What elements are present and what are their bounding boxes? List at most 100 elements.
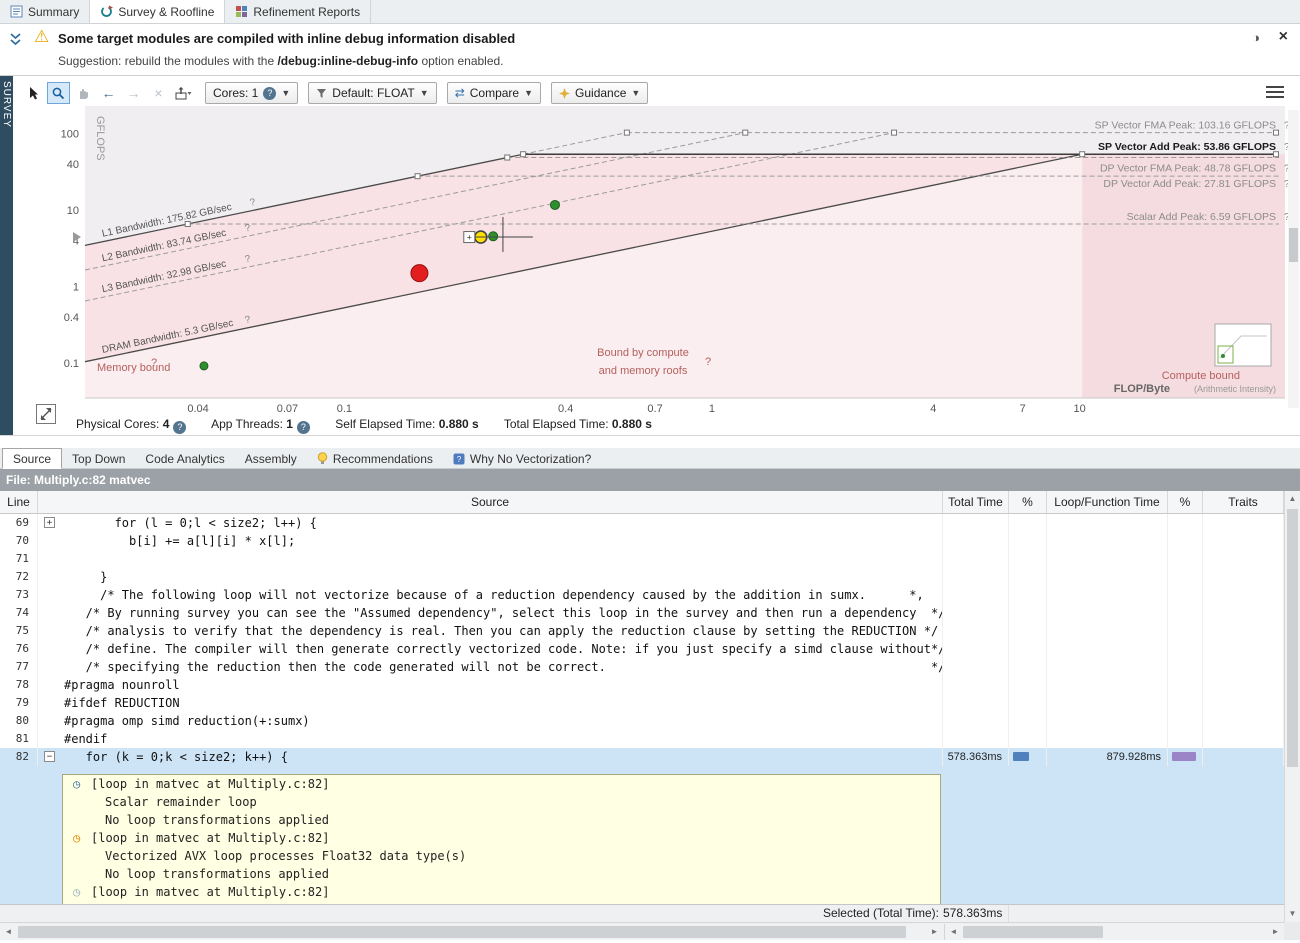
- metrics-hscrollbar[interactable]: ◄ ►: [944, 924, 1284, 940]
- roof-handle[interactable]: [415, 174, 420, 179]
- loop-time-cell: [1047, 712, 1168, 730]
- loop-dot-green[interactable]: [200, 362, 208, 370]
- tab-source[interactable]: Source: [2, 448, 62, 469]
- line-number: 70: [0, 532, 38, 550]
- roof-handle[interactable]: [1080, 152, 1085, 157]
- survey-side-strip[interactable]: SURVEY: [0, 76, 13, 435]
- loop-time-cell: [1047, 514, 1168, 532]
- tab-survey-roofline[interactable]: Survey & Roofline: [90, 0, 225, 23]
- close-banner-icon[interactable]: ×: [1279, 28, 1288, 46]
- col-line[interactable]: Line: [0, 491, 38, 513]
- loop-dot-red[interactable]: [411, 265, 428, 282]
- col-source[interactable]: Source: [38, 491, 943, 513]
- clock-light-icon: ◷: [73, 885, 91, 903]
- loop-dot-green[interactable]: [550, 200, 559, 209]
- scrollbar-thumb[interactable]: [1287, 509, 1298, 767]
- tab-assembly[interactable]: Assembly: [235, 448, 307, 468]
- expand-chart-button[interactable]: [36, 404, 56, 424]
- scrollbar-thumb[interactable]: [18, 926, 906, 938]
- total-pct-cell: [1009, 712, 1047, 730]
- col-traits[interactable]: Traits: [1203, 491, 1284, 513]
- source-code: for (k = 0;k < size2; k++) {: [64, 748, 288, 766]
- table-row[interactable]: 81#endif: [0, 730, 1284, 748]
- line-number: 73: [0, 586, 38, 604]
- table-row[interactable]: 72 }: [0, 568, 1284, 586]
- loop-dot-green[interactable]: [489, 232, 498, 241]
- table-row[interactable]: 76 /* define. The compiler will then gen…: [0, 640, 1284, 658]
- feedback-icon[interactable]: ◑: [1252, 30, 1260, 45]
- table-row[interactable]: 80#pragma omp simd reduction(+:sumx): [0, 712, 1284, 730]
- table-row[interactable]: 74 /* By running survey you can see the …: [0, 604, 1284, 622]
- collapse-icon[interactable]: −: [44, 751, 55, 762]
- scrollbar-corner: [1284, 922, 1300, 940]
- scroll-left-icon[interactable]: ◄: [0, 924, 17, 940]
- source-code: }: [64, 568, 107, 586]
- scrollbar-thumb[interactable]: [963, 926, 1103, 938]
- scroll-down-icon[interactable]: ▼: [1285, 906, 1300, 922]
- gutter: −: [38, 748, 64, 766]
- tab-refinement-reports[interactable]: Refinement Reports: [225, 0, 371, 23]
- tab-top-down[interactable]: Top Down: [62, 448, 135, 468]
- chart-scrollbar[interactable]: [1288, 110, 1299, 408]
- total-pct-cell: [1009, 550, 1047, 568]
- total-time-cell: [943, 532, 1009, 550]
- roof-handle[interactable]: [521, 152, 526, 157]
- loop-pct-cell: [1168, 604, 1203, 622]
- roof-handle[interactable]: [505, 155, 510, 160]
- roof-handle[interactable]: [743, 130, 748, 135]
- traits-cell: [1203, 622, 1284, 640]
- minimap-dot: [1221, 354, 1225, 358]
- col-loop-pct[interactable]: %: [1168, 491, 1203, 513]
- expand-icon[interactable]: +: [44, 517, 55, 528]
- loop-info-box: ◷[loop in matvec at Multiply.c:82]Scalar…: [62, 774, 941, 904]
- source-code: /* define. The compiler will then genera…: [64, 640, 943, 658]
- physical-cores-label: Physical Cores:: [76, 417, 159, 431]
- total-time-cell: [943, 658, 1009, 676]
- line-number: 74: [0, 604, 38, 622]
- source-vscrollbar[interactable]: ▲ ▼: [1284, 491, 1300, 922]
- scroll-right-icon[interactable]: ►: [1267, 924, 1284, 940]
- svg-text:?: ?: [457, 455, 462, 464]
- source-code: #pragma nounroll: [64, 676, 180, 694]
- cores-help-icon[interactable]: ?: [263, 87, 276, 100]
- traits-cell: [1203, 586, 1284, 604]
- table-row[interactable]: 70 b[i] += a[l][i] * x[l];: [0, 532, 1284, 550]
- compiler-option: /debug:inline-debug-info: [277, 54, 418, 68]
- scroll-up-icon[interactable]: ▲: [1285, 491, 1300, 507]
- minimap[interactable]: [1215, 324, 1271, 366]
- table-row[interactable]: 71: [0, 550, 1284, 568]
- scroll-right-icon[interactable]: ►: [926, 924, 943, 940]
- tab-recommendations[interactable]: Recommendations: [307, 448, 443, 468]
- table-row[interactable]: 73 /* The following loop will not vector…: [0, 586, 1284, 604]
- gutter: [38, 694, 64, 712]
- source-hscrollbar[interactable]: ◄ ►: [0, 924, 943, 940]
- chart-menu-icon[interactable]: [1266, 86, 1284, 101]
- tab-summary[interactable]: Summary: [0, 0, 90, 23]
- tab-why-no-vectorization[interactable]: ?Why No Vectorization?: [443, 448, 601, 468]
- roofline-chart[interactable]: L1 Bandwidth: 175.82 GB/sec?L2 Bandwidth…: [13, 100, 1299, 416]
- gutter: [38, 658, 64, 676]
- loop-pct-cell: [1168, 712, 1203, 730]
- col-loop-time[interactable]: Loop/Function Time: [1047, 491, 1168, 513]
- gutter: [38, 730, 64, 748]
- expand-icon: [37, 405, 55, 423]
- roof-handle[interactable]: [624, 130, 629, 135]
- roof-handle[interactable]: [892, 130, 897, 135]
- scroll-left-icon[interactable]: ◄: [945, 924, 962, 940]
- col-total-pct[interactable]: %: [1009, 491, 1047, 513]
- table-row[interactable]: 79#ifdef REDUCTION: [0, 694, 1284, 712]
- table-row[interactable]: 78#pragma nounroll: [0, 676, 1284, 694]
- table-row[interactable]: 82− for (k = 0;k < size2; k++) {578.363m…: [0, 748, 1284, 766]
- collapse-banner-icon[interactable]: [9, 32, 22, 50]
- table-row[interactable]: 77 /* specifying the reduction then the …: [0, 658, 1284, 676]
- table-row[interactable]: 69+ for (l = 0;l < size2; l++) {: [0, 514, 1284, 532]
- table-row[interactable]: 75 /* analysis to verify that the depend…: [0, 622, 1284, 640]
- tab-code-analytics[interactable]: Code Analytics: [135, 448, 234, 468]
- col-total-time[interactable]: Total Time: [943, 491, 1009, 513]
- help-icon[interactable]: ?: [173, 421, 186, 434]
- plus-icon: +: [467, 233, 472, 243]
- compute-roof-label: DP Vector FMA Peak: 48.78 GFLOPS: [1100, 163, 1276, 175]
- total-time-cell: [943, 586, 1009, 604]
- help-icon[interactable]: ?: [297, 421, 310, 434]
- chart-scrollbar-thumb[interactable]: [1289, 228, 1298, 262]
